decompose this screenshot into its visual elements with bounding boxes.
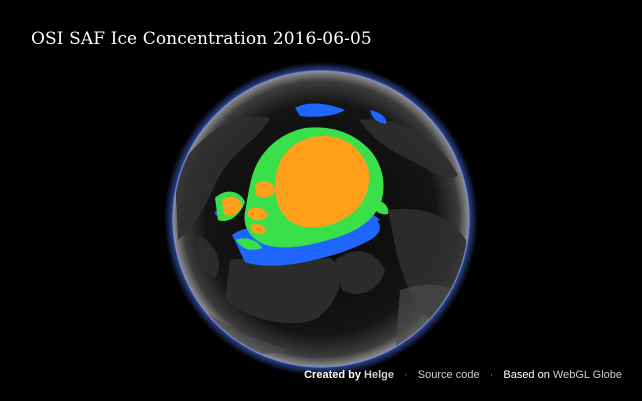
footer-credits: Created by Helge · Source code · Based o… [304,369,622,381]
based-on-label: Based on [503,369,550,381]
page-title: OSI SAF Ice Concentration 2016-06-05 [31,29,372,49]
globe-canvas[interactable] [0,0,642,401]
webgl-globe-link[interactable]: WebGL Globe [553,369,622,381]
footer-separator: · [489,369,494,381]
created-by-label: Created by [304,369,361,381]
app-page: OSI SAF Ice Concentration 2016-06-05 Cre… [0,0,642,401]
globe-view[interactable] [0,0,642,401]
source-code-link[interactable]: Source code [418,369,480,381]
author-link[interactable]: Helge [364,369,394,381]
footer-separator: · [404,369,408,381]
